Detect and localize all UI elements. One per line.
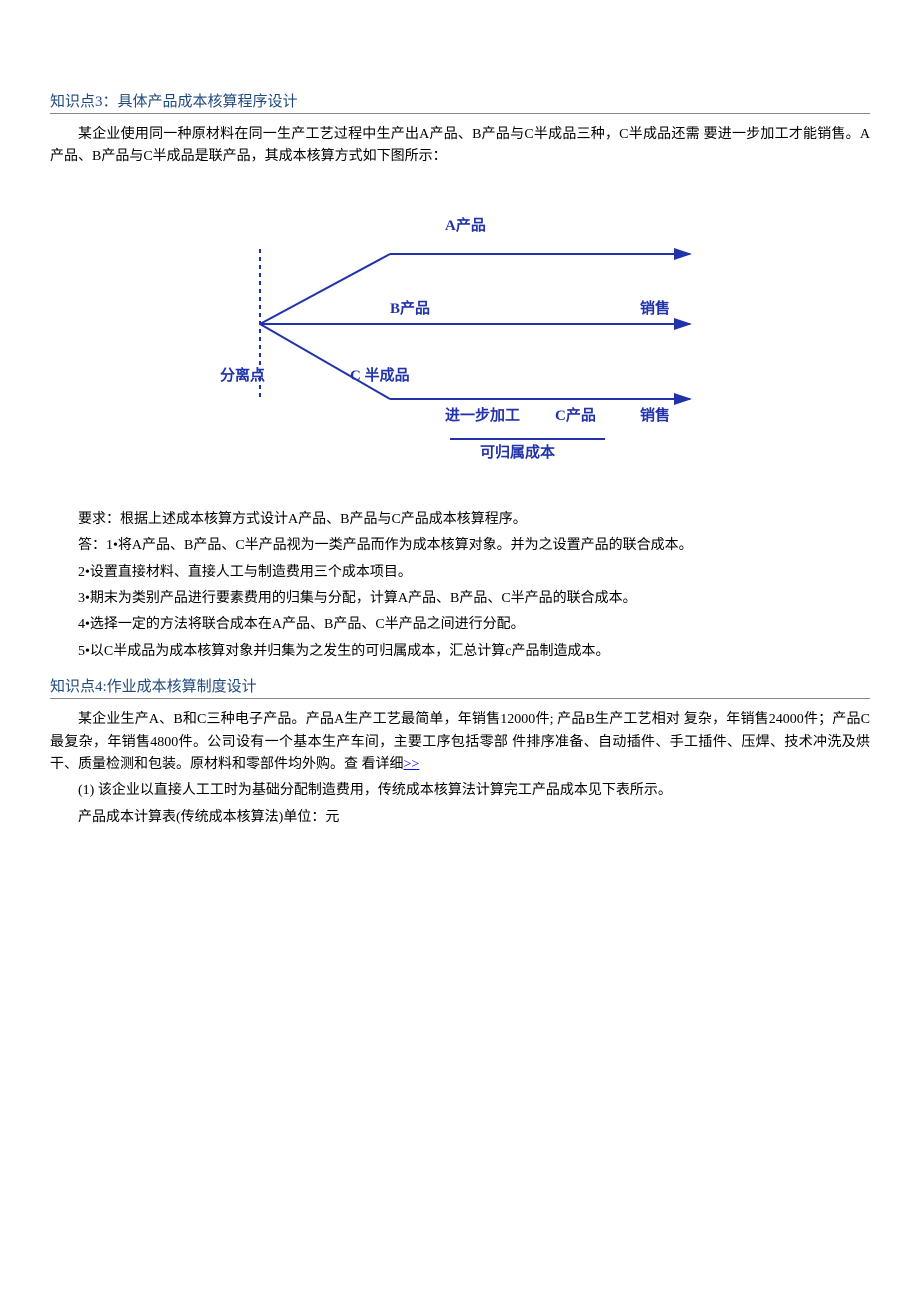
section3-req: 要求：根据上述成本核算方式设计A产品、B产品与C产品成本核算程序。 [50, 509, 870, 531]
section3-ans2: 2•设置直接材料、直接人工与制造费用三个成本项目。 [50, 562, 870, 584]
section3-intro: 某企业使用同一种原材料在同一生产工艺过程中生产出A产品、B产品与C半成品三种，C… [50, 124, 870, 169]
cost-diagram: A产品 B产品 销售 分离点 C 半成品 进一步加工 C产品 销售 可归属成本 [50, 209, 870, 469]
diagram-label-sale-c: 销售 [640, 404, 670, 425]
section3-ans4: 4•选择一定的方法将联合成本在A产品、B产品、C半产品之间进行分配。 [50, 614, 870, 636]
section4-p3: 产品成本计算表(传统成本核算法)单位：元 [50, 807, 870, 829]
section3-ans3: 3•期末为类别产品进行要素费用的归集与分配，计算A产品、B产品、C半产品的联合成… [50, 588, 870, 610]
diagram-label-c: C 半成品 [350, 364, 410, 385]
diagram-label-further: 进一步加工 [445, 404, 520, 425]
section4-p1: 某企业生产A、B和C三种电子产品。产品A生产工艺最简单，年销售12000件; 产… [50, 709, 870, 776]
diagram-label-cprod: C产品 [555, 404, 596, 425]
section4-p1-text: 某企业生产A、B和C三种电子产品。产品A生产工艺最简单，年销售12000件; 产… [50, 712, 870, 772]
section3-ans1: 答：1•将A产品、B产品、C半产品视为一类产品而作为成本核算对象。并为之设置产品… [50, 535, 870, 557]
section3-ans5: 5•以C半成品为成本核算对象并归集为之发生的可归属成本，汇总计算c产品制造成本。 [50, 641, 870, 663]
diagram-label-b: B产品 [390, 297, 430, 318]
diagram-label-attr: 可归属成本 [480, 441, 555, 462]
diagram-lines [220, 209, 700, 469]
diagram-label-sale-b: 销售 [640, 297, 670, 318]
diagram-label-split: 分离点 [220, 364, 265, 385]
section4-title: 知识点4:作业成本核算制度设计 [50, 675, 870, 699]
section4-p2: (1) 该企业以直接人工工时为基础分配制造费用，传统成本核算法计算完工产品成本见… [50, 780, 870, 802]
view-more-link[interactable]: >> [404, 757, 420, 772]
diagram-label-a: A产品 [445, 214, 486, 235]
document-page: 知识点3：具体产品成本核算程序设计 某企业使用同一种原材料在同一生产工艺过程中生… [0, 0, 920, 883]
section3-title: 知识点3：具体产品成本核算程序设计 [50, 90, 870, 114]
